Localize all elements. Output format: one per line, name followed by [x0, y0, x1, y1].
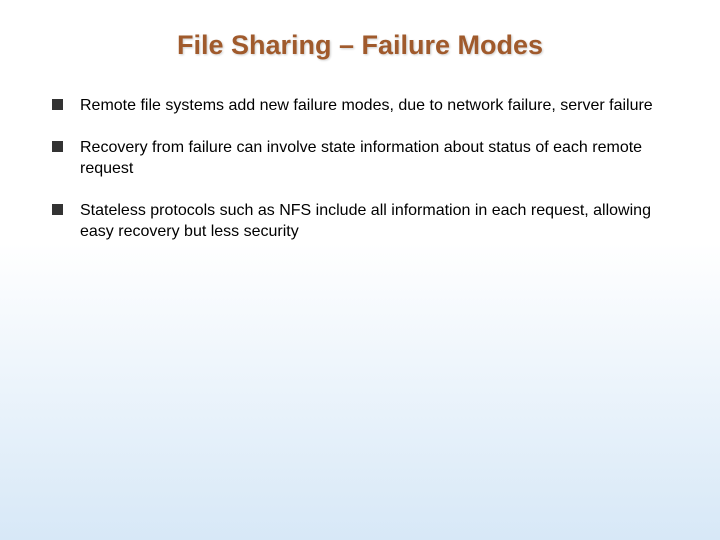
list-item: Stateless protocols such as NFS include … [50, 200, 670, 243]
slide: File Sharing – Failure Modes Remote file… [0, 0, 720, 540]
bullet-text: Remote file systems add new failure mode… [80, 97, 653, 114]
bullet-text: Stateless protocols such as NFS include … [80, 202, 651, 241]
bullet-text: Recovery from failure can involve state … [80, 139, 642, 178]
bullet-list: Remote file systems add new failure mode… [50, 95, 670, 243]
square-bullet-icon [52, 204, 63, 215]
slide-title: File Sharing – Failure Modes [50, 30, 670, 61]
list-item: Remote file systems add new failure mode… [50, 95, 670, 117]
list-item: Recovery from failure can involve state … [50, 137, 670, 180]
square-bullet-icon [52, 99, 63, 110]
square-bullet-icon [52, 141, 63, 152]
